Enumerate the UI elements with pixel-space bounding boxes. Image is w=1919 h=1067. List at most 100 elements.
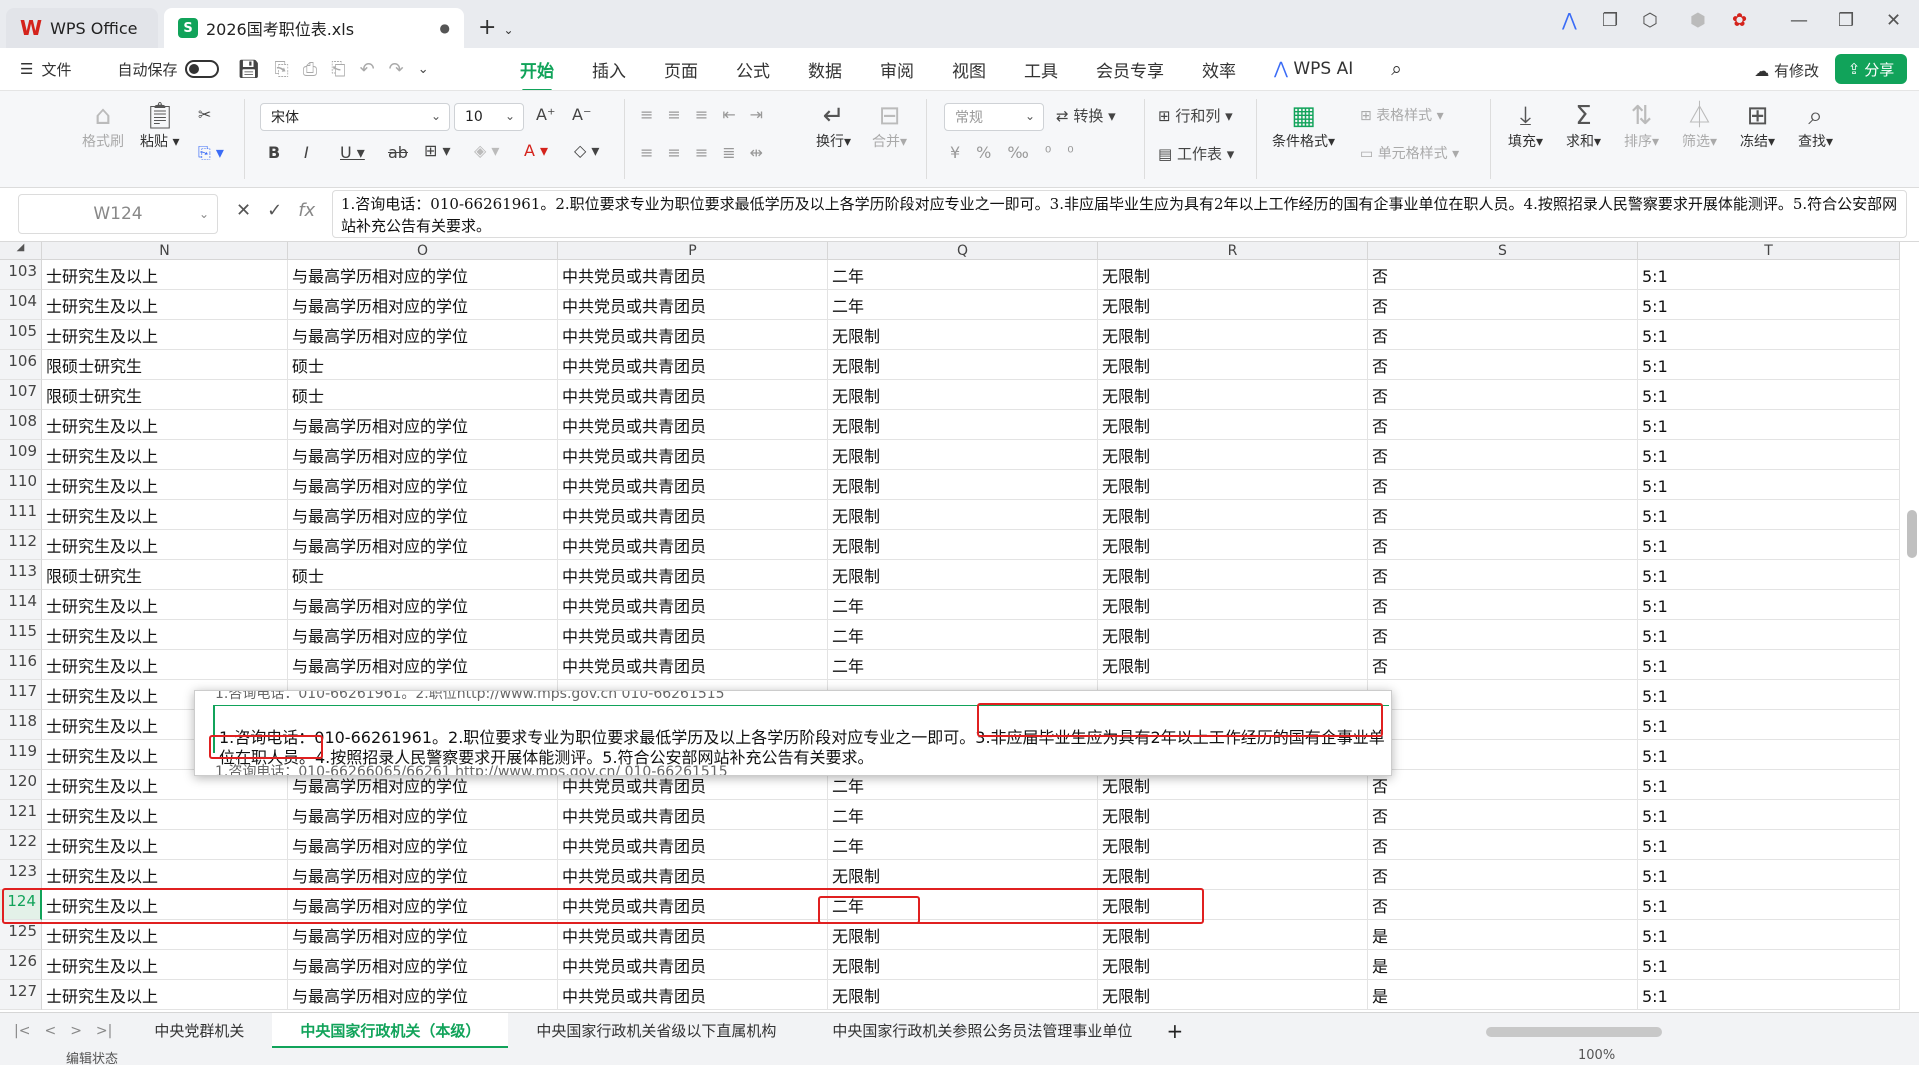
table-cell[interactable]: 硕士 [288,350,558,380]
table-cell[interactable]: 否 [1368,350,1638,380]
row-header[interactable]: 104 [0,290,42,320]
row-header[interactable]: 121 [0,800,42,830]
table-cell[interactable]: 5:1 [1638,710,1900,740]
copy-icon[interactable]: ⎘ ▾ [198,143,224,163]
row-header[interactable]: 123 [0,860,42,890]
table-cell[interactable]: 二年 [828,290,1098,320]
format-painter-button[interactable]: ⌂ 格式刷 [82,101,124,151]
convert-button[interactable]: ⇄ 转换 ▾ [1056,105,1116,126]
row-header[interactable]: 106 [0,350,42,380]
table-cell[interactable]: 限硕士研究生 [42,350,288,380]
table-cell[interactable]: 5:1 [1638,770,1900,800]
fill-color-icon[interactable]: ◈ ▾ [474,141,499,160]
tab-formula[interactable]: 公式 [736,57,770,82]
row-header[interactable]: 120 [0,770,42,800]
tab-document[interactable]: S 2026国考职位表.xls ● [164,8,464,48]
sheet-tab-admin-provincial[interactable]: 中央国家行政机关省级以下直属机构 [508,1013,804,1049]
table-cell[interactable]: 无限制 [828,560,1098,590]
autosave-toggle[interactable] [185,60,220,78]
table-cell[interactable]: 否 [1368,500,1638,530]
table-cell[interactable]: 中共党员或共青团员 [558,410,828,440]
print-icon[interactable]: ⎙ [303,59,331,80]
table-cell[interactable]: 无限制 [828,500,1098,530]
table-cell[interactable]: 无限制 [1098,650,1368,680]
table-cell[interactable]: 5:1 [1638,860,1900,890]
table-cell[interactable]: 否 [1368,380,1638,410]
table-cell[interactable]: 5:1 [1638,740,1900,770]
row-header[interactable]: 108 [0,410,42,440]
table-cell[interactable]: 无限制 [828,320,1098,350]
sheet-tab-public-institutions[interactable]: 中央国家行政机关参照公务员法管理事业单位 [804,1013,1160,1049]
prev-sheet-icon[interactable]: < [44,1023,56,1039]
table-cell[interactable]: 无限制 [1098,560,1368,590]
table-cell[interactable]: 5:1 [1638,980,1900,1010]
table-cell[interactable]: 否 [1368,770,1638,800]
table-cell[interactable]: 士研究生及以上 [42,590,288,620]
table-cell[interactable]: 5:1 [1638,830,1900,860]
row-header[interactable]: 126 [0,950,42,980]
table-cell[interactable]: 中共党员或共青团员 [558,650,828,680]
table-cell[interactable]: 中共党员或共青团员 [558,440,828,470]
fill-button[interactable]: ⤓ 填充▾ [1508,101,1543,151]
table-cell[interactable]: 士研究生及以上 [42,290,288,320]
table-cell[interactable]: 5:1 [1638,410,1900,440]
font-color-icon[interactable]: A ▾ [524,141,548,160]
table-cell[interactable]: 士研究生及以上 [42,980,288,1010]
table-cell[interactable]: 士研究生及以上 [42,440,288,470]
share-button[interactable]: ⇪ 分享 [1835,54,1907,84]
table-cell[interactable]: 中共党员或共青团员 [558,530,828,560]
confirm-icon[interactable]: ✓ [267,200,282,221]
tab-data[interactable]: 数据 [808,57,842,82]
undo-icon[interactable]: ↶ [360,59,389,80]
changes-status[interactable]: ☁ 有修改 [1754,60,1819,81]
table-cell[interactable]: 二年 [828,830,1098,860]
table-cell[interactable]: 否 [1368,410,1638,440]
table-cell[interactable]: 5:1 [1638,530,1900,560]
name-box[interactable]: W124 ⌄ [18,194,218,234]
tab-member[interactable]: 会员专享 [1096,57,1164,82]
table-cell[interactable]: 无限制 [1098,980,1368,1010]
table-cell[interactable]: 无限制 [1098,350,1368,380]
table-cell[interactable]: 无限制 [1098,470,1368,500]
table-cell[interactable]: 无限制 [1098,410,1368,440]
table-cell[interactable] [1368,740,1638,770]
table-cell[interactable]: 否 [1368,890,1638,920]
row-header[interactable]: 127 [0,980,42,1010]
column-header[interactable]: S [1368,242,1638,260]
column-header[interactable]: N [42,242,288,260]
table-cell[interactable]: 5:1 [1638,800,1900,830]
cancel-icon[interactable]: ✕ [236,200,251,221]
table-cell[interactable]: 否 [1368,470,1638,500]
table-cell[interactable]: 中共党员或共青团员 [558,800,828,830]
table-cell[interactable]: 与最高学历相对应的学位 [288,530,558,560]
table-cell[interactable]: 士研究生及以上 [42,260,288,290]
sort-button[interactable]: ⇅ 排序▾ [1624,101,1659,151]
column-header[interactable]: R [1098,242,1368,260]
horizontal-scrollbar[interactable] [1486,1027,1662,1037]
table-cell[interactable]: 否 [1368,560,1638,590]
file-menu[interactable]: ☰ 文件 [20,59,71,80]
table-cell[interactable]: 无限制 [1098,620,1368,650]
table-cell[interactable]: 与最高学历相对应的学位 [288,800,558,830]
table-cell[interactable]: 无限制 [828,530,1098,560]
row-header[interactable]: 114 [0,590,42,620]
table-cell[interactable]: 士研究生及以上 [42,320,288,350]
vertical-align-icons[interactable]: ≡≡≡⇤⇥ [640,105,777,124]
row-header[interactable]: 115 [0,620,42,650]
table-cell[interactable]: 与最高学历相对应的学位 [288,440,558,470]
table-cell[interactable]: 无限制 [1098,380,1368,410]
table-cell[interactable]: 5:1 [1638,290,1900,320]
table-cell[interactable]: 中共党员或共青团员 [558,260,828,290]
decrease-font-icon[interactable]: A⁻ [572,105,591,124]
zoom-level[interactable]: 100% [1578,1048,1615,1063]
save-icon[interactable]: 💾︎ [237,59,274,80]
tab-review[interactable]: 审阅 [880,57,914,82]
table-cell[interactable]: 5:1 [1638,560,1900,590]
table-cell[interactable]: 是 [1368,980,1638,1010]
table-cell[interactable]: 5:1 [1638,920,1900,950]
table-cell[interactable]: 否 [1368,800,1638,830]
table-cell[interactable]: 否 [1368,830,1638,860]
table-cell[interactable]: 中共党员或共青团员 [558,860,828,890]
table-cell[interactable]: 士研究生及以上 [42,860,288,890]
eraser-icon[interactable]: ◇ ▾ [574,141,599,160]
